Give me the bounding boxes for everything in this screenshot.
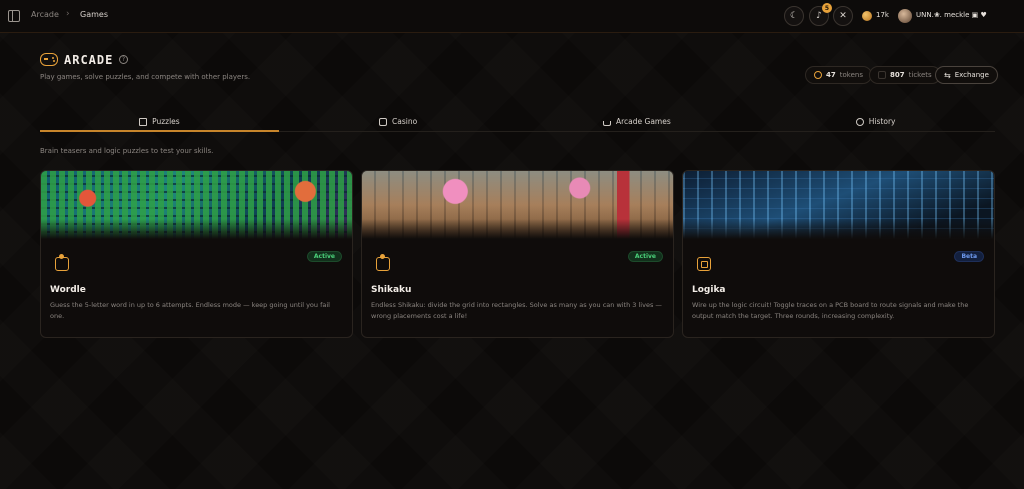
- tab-arcade-games[interactable]: Arcade Games: [518, 112, 757, 131]
- puzzle-icon: [376, 254, 390, 271]
- tab-casino[interactable]: Casino: [279, 112, 518, 131]
- logika-cover-image: [683, 171, 994, 239]
- game-card-logika[interactable]: Beta Logika Wire up the logic circuit! T…: [682, 170, 995, 338]
- coin-icon: [862, 11, 872, 21]
- tokens-label: tokens: [839, 71, 863, 79]
- crossed-tools-icon: ✕: [839, 11, 847, 21]
- wordle-cover-image: [41, 171, 352, 239]
- breadcrumb-games: Games: [80, 10, 108, 19]
- card-description: Endless Shikaku: divide the grid into re…: [371, 301, 662, 320]
- page-title: ARCADE: [64, 53, 114, 67]
- tab-puzzles[interactable]: Puzzles: [40, 112, 279, 132]
- moon-icon: ☾: [789, 11, 799, 21]
- tickets-pill[interactable]: 807 tickets: [869, 66, 941, 84]
- coin-balance[interactable]: 17k: [876, 11, 889, 19]
- puzzle-icon: [55, 254, 69, 271]
- notifications-button[interactable]: ♪ 5: [809, 3, 832, 26]
- swap-arrows-icon: ⇆: [944, 70, 951, 80]
- tab-label: Puzzles: [152, 117, 180, 126]
- puzzle-icon: [139, 117, 148, 126]
- breadcrumb-arcade[interactable]: Arcade: [31, 10, 59, 19]
- tab-label: Casino: [392, 117, 418, 126]
- tab-label: History: [868, 117, 896, 126]
- top-bar: Arcade › Games ☾ ♪ 5 ✕ 17k UNN.❀. meckle…: [0, 0, 1024, 33]
- exchange-label: Exchange: [954, 71, 989, 79]
- card-description: Wire up the logic circuit! Toggle traces…: [692, 301, 969, 320]
- clock-icon: [855, 117, 864, 126]
- card-description: Guess the 5-letter word in up to 6 attem…: [50, 301, 330, 320]
- card-title: Shikaku: [371, 285, 412, 295]
- tab-label: Arcade Games: [615, 117, 671, 126]
- section-description: Brain teasers and logic puzzles to test …: [40, 147, 214, 155]
- token-icon: [814, 71, 822, 79]
- avatar[interactable]: [898, 9, 912, 23]
- tickets-label: tickets: [908, 71, 932, 79]
- bell-icon: ♪: [816, 11, 822, 21]
- status-badge: Beta: [954, 251, 984, 262]
- page-subtitle: Play games, solve puzzles, and compete w…: [40, 73, 251, 81]
- sidebar-toggle-icon[interactable]: [8, 10, 20, 22]
- exchange-button[interactable]: ⇆ Exchange: [935, 66, 998, 84]
- dice-icon: [379, 117, 388, 126]
- circuit-icon: [697, 257, 711, 271]
- notification-count-badge: 5: [822, 3, 832, 13]
- category-tabs: Puzzles Casino Arcade Games History: [40, 112, 995, 132]
- status-badge: Active: [306, 251, 342, 262]
- tickets-value: 807: [890, 71, 905, 79]
- gamepad-icon: [40, 53, 58, 66]
- chevron-right-icon: ›: [66, 9, 70, 19]
- username[interactable]: UNN.❀. meckle ▣ ♥: [916, 11, 987, 19]
- game-card-shikaku[interactable]: Active Shikaku Endless Shikaku: divide t…: [361, 170, 674, 338]
- tokens-pill[interactable]: 47 tokens: [805, 66, 872, 84]
- card-title: Wordle: [50, 285, 86, 295]
- tokens-value: 47: [826, 71, 836, 79]
- game-card-wordle[interactable]: Active Wordle Guess the 5-letter word in…: [40, 170, 353, 338]
- help-icon[interactable]: ?: [119, 55, 128, 64]
- tab-history[interactable]: History: [756, 112, 995, 131]
- theme-toggle-button[interactable]: ☾: [784, 6, 804, 26]
- shikaku-cover-image: [362, 171, 673, 239]
- joystick-icon: [602, 120, 611, 126]
- tools-button[interactable]: ✕: [833, 6, 853, 26]
- status-badge: Active: [627, 251, 663, 262]
- ticket-icon: [878, 71, 886, 79]
- card-title: Logika: [692, 285, 726, 295]
